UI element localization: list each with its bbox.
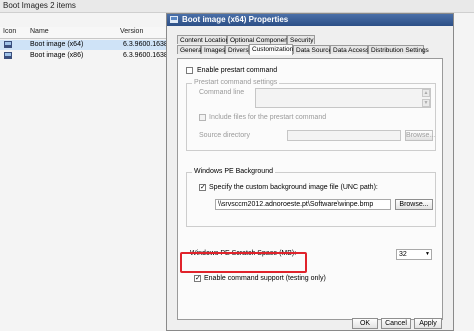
properties-dialog: Boot image (x64) Properties Content Loca… — [166, 13, 454, 331]
specify-background-checkbox[interactable]: ✓ — [199, 184, 206, 191]
list-row-boot-image-x86[interactable]: Boot image (x86) 6.3.9600.16384 — [0, 51, 172, 61]
prestart-group-title: Prestart command settings — [192, 79, 280, 86]
column-name[interactable]: Name — [30, 28, 49, 38]
prestart-settings-group: Prestart command settings Command line ▲… — [186, 79, 436, 151]
enable-prestart-label: Enable prestart command — [197, 67, 278, 74]
command-line-label: Command line — [199, 89, 245, 96]
tab-security[interactable]: Security — [287, 35, 315, 44]
tab-general[interactable]: General — [177, 45, 203, 54]
row-name: Boot image (x86) — [30, 52, 84, 59]
scroll-down-icon[interactable]: ▼ — [422, 99, 430, 107]
source-directory-field[interactable] — [287, 130, 401, 141]
background-browse-button[interactable]: Browse... — [395, 199, 433, 210]
chevron-down-icon[interactable]: ▼ — [425, 251, 430, 257]
tab-images[interactable]: Images — [201, 45, 225, 54]
list-title: Boot Images 2 items — [3, 1, 76, 10]
dialog-titlebar[interactable]: Boot image (x64) Properties — [167, 14, 453, 26]
command-line-field[interactable]: ▲ ▼ — [255, 88, 431, 108]
command-support-checkbox[interactable]: ✓ — [194, 275, 201, 282]
row-version: 6.3.9600.16384 — [123, 52, 172, 59]
command-support-label: Enable command support (testing only) — [204, 275, 326, 282]
dialog-title: Boot image (x64) Properties — [182, 15, 289, 24]
ok-button[interactable]: OK — [352, 318, 378, 329]
column-version[interactable]: Version — [120, 28, 143, 38]
scroll-up-icon[interactable]: ▲ — [422, 89, 430, 97]
customization-panel: Enable prestart command Prestart command… — [177, 58, 443, 320]
scratch-space-value: 32 — [399, 251, 407, 258]
include-files-label: Include files for the prestart command — [209, 114, 327, 121]
background-path-value: \\srvsccm2012.adnoroeste.pt\Software\win… — [218, 201, 374, 208]
apply-button[interactable]: Apply — [414, 318, 442, 329]
row-name: Boot image (x64) — [30, 41, 84, 48]
column-icon[interactable]: Icon — [3, 28, 16, 38]
tab-data-access[interactable]: Data Access — [330, 45, 369, 54]
enable-prestart-checkbox[interactable] — [186, 67, 193, 74]
tab-distribution-settings[interactable]: Distribution Settings — [368, 45, 429, 54]
list-row-boot-image-x64[interactable]: Boot image (x64) 6.3.9600.16384 — [0, 40, 172, 50]
cancel-button[interactable]: Cancel — [381, 318, 411, 329]
winpe-background-group: Windows PE Background ✓ Specify the cust… — [186, 168, 436, 227]
prestart-browse-button[interactable]: Browse... — [405, 130, 435, 141]
highlight-box — [180, 252, 307, 273]
specify-background-label: Specify the custom background image file… — [209, 184, 378, 191]
scratch-space-select[interactable]: 32 ▼ — [396, 249, 432, 260]
tab-data-source[interactable]: Data Source — [293, 45, 332, 54]
list-column-header — [0, 27, 170, 39]
winpe-background-title: Windows PE Background — [192, 168, 275, 175]
boot-image-icon — [4, 52, 12, 59]
boot-image-icon — [170, 16, 178, 23]
tab-drivers[interactable]: Drivers — [225, 45, 249, 54]
background-path-field[interactable]: \\srvsccm2012.adnoroeste.pt\Software\win… — [215, 199, 391, 210]
tab-customization[interactable]: Customization — [249, 44, 293, 55]
tab-optional-components[interactable]: Optional Components — [227, 35, 293, 44]
row-version: 6.3.9600.16384 — [123, 41, 172, 48]
boot-image-icon — [4, 41, 12, 48]
tab-content-locations[interactable]: Content Locations — [177, 35, 232, 44]
include-files-checkbox[interactable] — [199, 114, 206, 121]
source-directory-label: Source directory — [199, 132, 250, 139]
list-header-bar: Boot Images 2 items — [0, 0, 474, 13]
